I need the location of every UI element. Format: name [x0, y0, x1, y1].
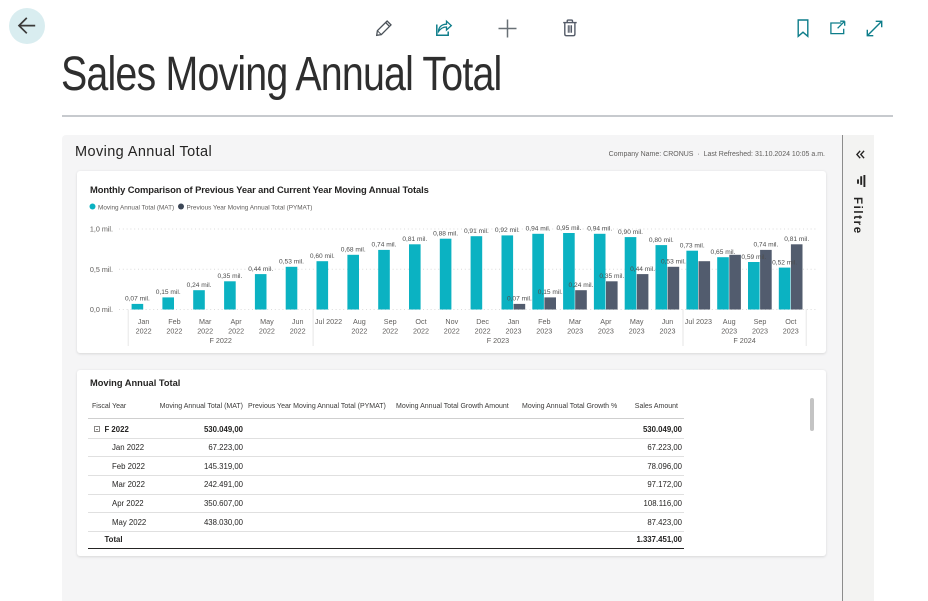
svg-text:0,90 mil.: 0,90 mil. [618, 229, 643, 236]
svg-text:2022: 2022 [475, 327, 491, 336]
svg-text:2022: 2022 [136, 327, 152, 336]
svg-text:0,88 mil.: 0,88 mil. [433, 231, 458, 238]
svg-text:Aug: Aug [353, 317, 366, 326]
svg-text:0,91 mil.: 0,91 mil. [464, 228, 489, 235]
svg-text:0,94 mil.: 0,94 mil. [526, 226, 551, 233]
svg-text:0,53 mil.: 0,53 mil. [661, 259, 686, 266]
svg-text:0,07 mil.: 0,07 mil. [125, 296, 150, 303]
svg-text:Jul 2022: Jul 2022 [315, 317, 342, 326]
svg-text:0,68 mil.: 0,68 mil. [341, 247, 366, 254]
svg-text:Nov: Nov [445, 317, 458, 326]
svg-text:Monthly Comparison of Previous: Monthly Comparison of Previous Year and … [90, 184, 429, 195]
svg-text:2022: 2022 [197, 327, 213, 336]
svg-text:F 2024: F 2024 [733, 336, 755, 345]
svg-text:0,44 mil.: 0,44 mil. [630, 266, 655, 273]
svg-text:2022: 2022 [166, 327, 182, 336]
svg-text:2022: 2022 [382, 327, 398, 336]
svg-text:1,0 mil.: 1,0 mil. [90, 225, 113, 234]
svg-text:2023: 2023 [598, 327, 614, 336]
svg-text:2022: 2022 [228, 327, 244, 336]
svg-text:Apr: Apr [231, 317, 243, 326]
svg-text:0,24 mil.: 0,24 mil. [187, 282, 212, 289]
svg-text:0,95 mil.: 0,95 mil. [556, 225, 581, 232]
svg-text:0,07 mil.: 0,07 mil. [507, 296, 532, 303]
svg-text:0,80 mil.: 0,80 mil. [649, 237, 674, 244]
svg-text:2023: 2023 [752, 327, 768, 336]
svg-text:0,74 mil.: 0,74 mil. [753, 242, 778, 249]
svg-text:2023: 2023 [721, 327, 737, 336]
svg-text:Moving Annual Total (MAT): Moving Annual Total (MAT) [98, 204, 174, 211]
svg-text:2022: 2022 [290, 327, 306, 336]
svg-text:0,92 mil.: 0,92 mil. [495, 227, 520, 234]
svg-text:Sep: Sep [384, 317, 397, 326]
svg-text:0,59 mil.: 0,59 mil. [741, 254, 766, 261]
svg-text:0,35 mil.: 0,35 mil. [217, 273, 242, 280]
svg-text:F 2022: F 2022 [210, 336, 232, 345]
svg-text:Jan: Jan [508, 317, 520, 326]
svg-text:0,24 mil.: 0,24 mil. [569, 282, 594, 289]
svg-text:Jun: Jun [662, 317, 674, 326]
svg-text:2022: 2022 [351, 327, 367, 336]
svg-text:2022: 2022 [444, 327, 460, 336]
svg-text:Aug: Aug [723, 317, 736, 326]
svg-text:2023: 2023 [783, 327, 799, 336]
svg-text:2022: 2022 [413, 327, 429, 336]
svg-text:2023: 2023 [536, 327, 552, 336]
svg-text:2023: 2023 [567, 327, 583, 336]
svg-text:Feb: Feb [538, 317, 550, 326]
svg-text:0,81 mil.: 0,81 mil. [784, 236, 809, 243]
svg-text:Previous Year Moving Annual To: Previous Year Moving Annual Total (PYMAT… [187, 204, 313, 211]
svg-text:0,74 mil.: 0,74 mil. [372, 242, 397, 249]
svg-text:0,65 mil.: 0,65 mil. [711, 249, 736, 256]
svg-text:0,15 mil.: 0,15 mil. [538, 289, 563, 296]
svg-text:May: May [260, 317, 274, 326]
svg-text:Feb: Feb [168, 317, 180, 326]
svg-text:Jan: Jan [138, 317, 150, 326]
svg-text:Jun: Jun [292, 317, 304, 326]
svg-text:2023: 2023 [660, 327, 676, 336]
svg-text:Oct: Oct [415, 317, 426, 326]
svg-text:0,81 mil.: 0,81 mil. [402, 236, 427, 243]
svg-text:0,52 mil.: 0,52 mil. [772, 259, 797, 266]
svg-text:0,94 mil.: 0,94 mil. [587, 226, 612, 233]
svg-text:0,5 mil.: 0,5 mil. [90, 265, 113, 274]
svg-text:2022: 2022 [259, 327, 275, 336]
svg-text:0,35 mil.: 0,35 mil. [599, 273, 624, 280]
svg-text:2023: 2023 [506, 327, 522, 336]
svg-text:May: May [630, 317, 644, 326]
svg-text:0,60 mil.: 0,60 mil. [310, 253, 335, 260]
svg-text:2023: 2023 [629, 327, 645, 336]
svg-text:0,73 mil.: 0,73 mil. [680, 243, 705, 250]
svg-text:Jul 2023: Jul 2023 [685, 317, 712, 326]
svg-text:0,0 mil.: 0,0 mil. [90, 305, 113, 314]
svg-text:0,44 mil.: 0,44 mil. [248, 266, 273, 273]
svg-text:Oct: Oct [785, 317, 796, 326]
svg-text:Sep: Sep [754, 317, 767, 326]
svg-text:Dec: Dec [476, 317, 489, 326]
svg-text:Apr: Apr [600, 317, 612, 326]
svg-text:Mar: Mar [569, 317, 582, 326]
svg-text:F 2023: F 2023 [487, 336, 509, 345]
svg-text:0,53 mil.: 0,53 mil. [279, 259, 304, 266]
svg-text:Mar: Mar [199, 317, 212, 326]
svg-text:0,15 mil.: 0,15 mil. [156, 289, 181, 296]
